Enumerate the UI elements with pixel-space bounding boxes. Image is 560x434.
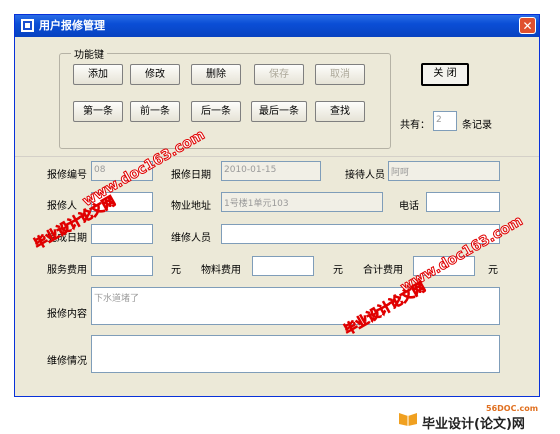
repairer-label: 报修人 bbox=[47, 201, 77, 212]
delete-button[interactable]: 删除 bbox=[191, 64, 241, 85]
total-fee-unit: 元 bbox=[488, 265, 498, 276]
phone-field[interactable] bbox=[426, 192, 500, 212]
situation-label: 维修情况 bbox=[47, 356, 87, 367]
prev-record-button[interactable]: 前一条 bbox=[130, 101, 180, 122]
first-record-button[interactable]: 第一条 bbox=[73, 101, 123, 122]
content-label: 报修内容 bbox=[47, 309, 87, 320]
divider bbox=[15, 156, 539, 157]
content-field[interactable]: 下水道堵了 bbox=[91, 287, 500, 325]
service-fee-label: 服务费用 bbox=[47, 265, 87, 276]
find-button[interactable]: 查找 bbox=[315, 101, 365, 122]
next-record-button[interactable]: 后一条 bbox=[191, 101, 241, 122]
receiver-field[interactable]: 阿呵 bbox=[388, 161, 500, 181]
address-field[interactable]: 1号楼1单元103 bbox=[221, 192, 383, 212]
repair-no-label: 报修编号 bbox=[47, 170, 87, 181]
function-keys-label: 功能键 bbox=[71, 46, 107, 61]
cancel-button[interactable]: 取消 bbox=[315, 64, 365, 85]
material-fee-unit: 元 bbox=[333, 265, 343, 276]
material-fee-field[interactable] bbox=[252, 256, 314, 276]
add-button[interactable]: 添加 bbox=[73, 64, 123, 85]
site-logo: 56DOC.com 毕业设计(论文)网 bbox=[398, 404, 554, 432]
service-fee-field[interactable] bbox=[91, 256, 153, 276]
maintainer-field[interactable] bbox=[221, 224, 500, 244]
app-icon bbox=[21, 19, 34, 32]
site-domain: 56DOC.com bbox=[486, 404, 539, 413]
address-label: 物业地址 bbox=[171, 201, 211, 212]
edit-button[interactable]: 修改 bbox=[130, 64, 180, 85]
save-button[interactable]: 保存 bbox=[254, 64, 304, 85]
record-count-prefix: 共有： bbox=[400, 120, 430, 131]
title-bar: 用户报修管理 ✕ bbox=[15, 15, 539, 37]
receiver-label: 接待人员 bbox=[345, 170, 385, 181]
record-count-suffix: 条记录 bbox=[462, 120, 492, 131]
record-count-field: 2 bbox=[433, 111, 457, 131]
finish-date-field[interactable] bbox=[91, 224, 153, 244]
situation-field[interactable] bbox=[91, 335, 500, 373]
close-window-button[interactable]: ✕ bbox=[519, 17, 536, 34]
window-title: 用户报修管理 bbox=[39, 19, 105, 32]
site-name: 毕业设计(论文)网 bbox=[422, 417, 525, 432]
last-record-button[interactable]: 最后一条 bbox=[251, 101, 307, 122]
material-fee-label: 物料费用 bbox=[201, 265, 241, 276]
maintainer-label: 维修人员 bbox=[171, 233, 211, 244]
repair-date-label: 报修日期 bbox=[171, 170, 211, 181]
close-button[interactable]: 关 闭 bbox=[421, 63, 469, 86]
repair-date-field[interactable]: 2010-01-15 bbox=[221, 161, 321, 181]
phone-label: 电话 bbox=[399, 201, 419, 212]
book-icon bbox=[399, 413, 417, 426]
total-fee-label: 合计费用 bbox=[363, 265, 403, 276]
service-fee-unit: 元 bbox=[171, 265, 181, 276]
